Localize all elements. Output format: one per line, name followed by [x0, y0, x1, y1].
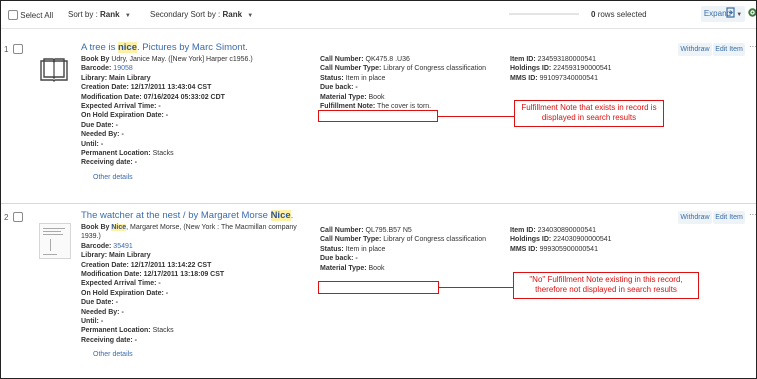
- other-details-link[interactable]: Other details: [93, 350, 311, 359]
- edit-item-button[interactable]: Edit Item: [713, 43, 745, 56]
- record-checkbox[interactable]: [12, 212, 23, 222]
- missing-fulfillment-note-box: [318, 281, 439, 294]
- fulfillment-note-highlight-box: [318, 110, 438, 122]
- other-details-link[interactable]: Other details: [93, 173, 306, 182]
- select-all-checkbox[interactable]: [8, 10, 18, 20]
- record-number: 2: [4, 212, 23, 222]
- search-term-highlight: Nice: [111, 224, 127, 231]
- withdraw-button[interactable]: Withdraw: [678, 211, 712, 224]
- book-icon: [39, 57, 69, 83]
- selection-progress-bar: [509, 13, 579, 15]
- chevron-down-icon: ▼: [736, 12, 743, 18]
- select-all-control[interactable]: Select All: [8, 10, 53, 20]
- secondary-sort-value: Rank: [222, 10, 243, 19]
- record-divider: [1, 203, 756, 204]
- edit-item-button[interactable]: Edit Item: [713, 211, 745, 224]
- rows-selected-label: rows selected: [597, 10, 647, 19]
- record-title-link[interactable]: A tree is nice. Pictures by Marc Simont.: [81, 42, 248, 53]
- record-details-middle: Call Number: QL795.B57 N5 Call Number Ty…: [320, 227, 486, 272]
- rows-selected: 0 rows selected: [591, 10, 647, 19]
- barcode-link[interactable]: 19058: [113, 65, 132, 72]
- secondary-sort-dropdown[interactable]: Secondary Sort by : Rank ▼: [150, 10, 253, 19]
- annotation-connector: [439, 287, 513, 288]
- record-details-left: Book By Udry, Janice May. ([New York] Ha…: [81, 55, 306, 182]
- results-toolbar: Select All Sort by : Rank ▼ Secondary So…: [1, 1, 756, 29]
- expand-button[interactable]: Expand ▼: [701, 6, 745, 22]
- rows-selected-count: 0: [591, 10, 596, 19]
- chevron-down-icon: ▼: [124, 13, 131, 19]
- record-number: 1: [4, 44, 23, 54]
- more-actions-icon[interactable]: ···: [749, 210, 756, 219]
- secondary-sort-label: Secondary Sort by :: [150, 10, 221, 19]
- sort-dropdown[interactable]: Sort by : Rank ▼: [68, 10, 131, 19]
- barcode-link[interactable]: 35491: [113, 243, 132, 250]
- annotation-callout-1: Fulfillment Note that exists in record i…: [514, 100, 664, 127]
- search-results-frame: Select All Sort by : Rank ▼ Secondary So…: [0, 0, 757, 379]
- more-actions-icon[interactable]: ···: [749, 42, 756, 51]
- record-details-right: Item ID: 234593180000541 Holdings ID: 22…: [510, 56, 612, 82]
- export-icon[interactable]: [725, 7, 736, 21]
- withdraw-button[interactable]: Withdraw: [678, 43, 712, 56]
- select-all-label: Select All: [20, 11, 54, 20]
- record-details-left: Book By Nice, Margaret Morse, (New York …: [81, 223, 311, 360]
- record-details-right: Item ID: 234030890000541 Holdings ID: 22…: [510, 227, 612, 253]
- gear-icon[interactable]: [747, 7, 756, 21]
- record-details-middle: Call Number: QK475.8 .U36 Call Number Ty…: [320, 56, 486, 111]
- book-cover-thumbnail: [39, 223, 71, 259]
- sort-value: Rank: [100, 10, 120, 19]
- record-checkbox[interactable]: [12, 44, 23, 54]
- search-term-highlight: nice: [117, 42, 137, 53]
- search-term-highlight: Nice: [270, 210, 291, 221]
- sort-label: Sort by :: [68, 10, 98, 19]
- annotation-callout-2: "No" Fulfillment Note existing in this r…: [513, 272, 699, 299]
- chevron-down-icon: ▼: [247, 13, 254, 19]
- record-title-link[interactable]: The watcher at the nest / by Margaret Mo…: [81, 210, 293, 221]
- annotation-connector: [438, 116, 514, 117]
